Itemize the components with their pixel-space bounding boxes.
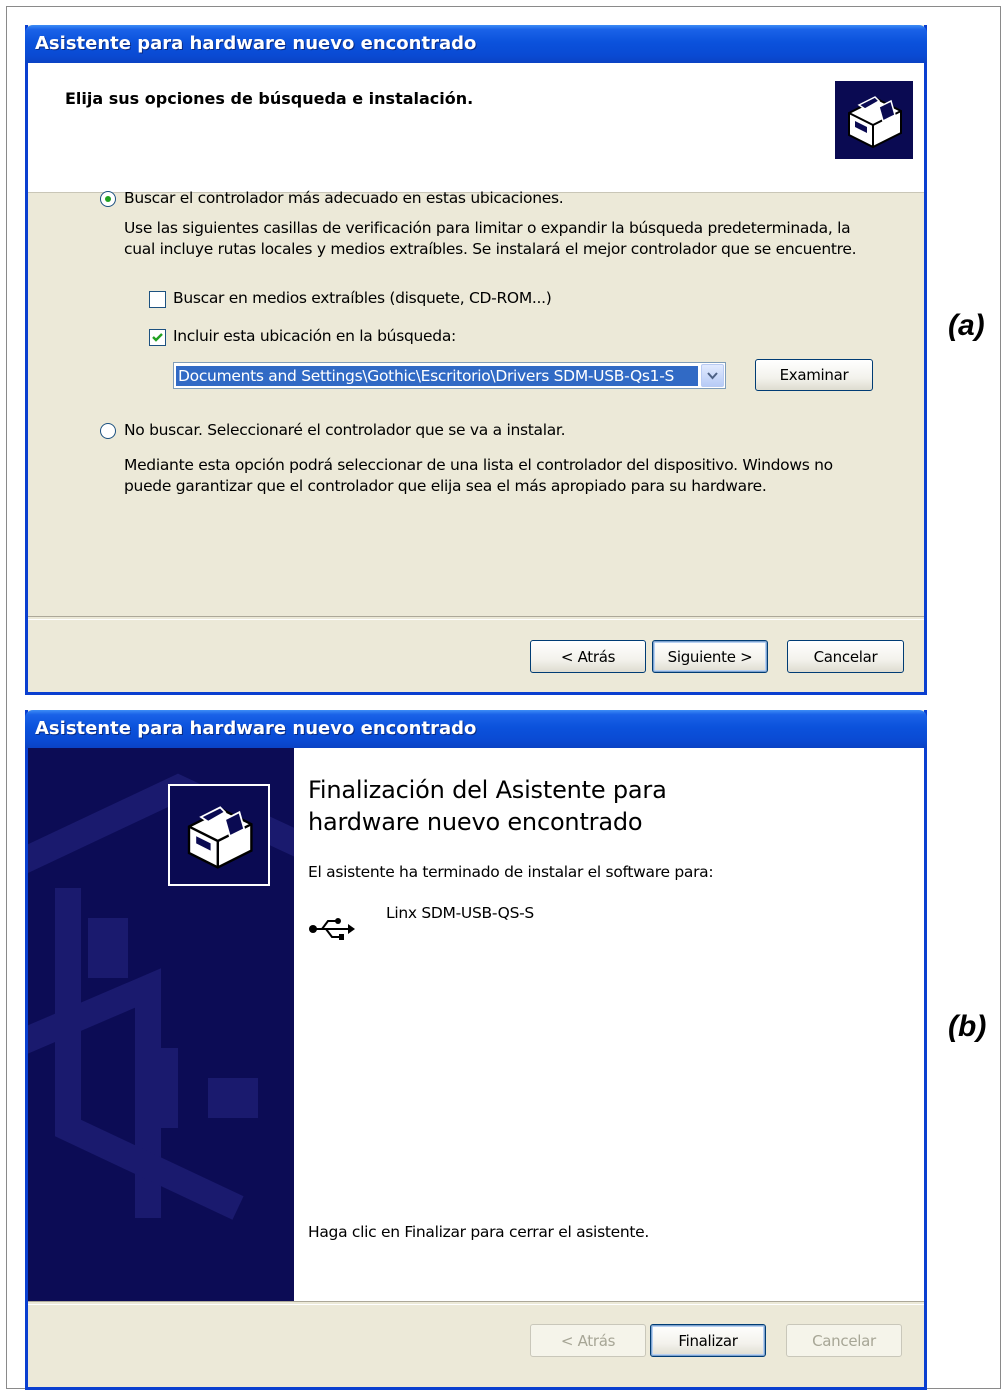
- dialog-header: Elija sus opciones de búsqueda e instala…: [28, 63, 924, 193]
- footer-separator: [28, 616, 924, 620]
- wizard-side-panel: [28, 748, 294, 1301]
- figure-label-b: (b): [948, 1010, 987, 1043]
- browse-button[interactable]: Examinar: [755, 359, 873, 391]
- back-button[interactable]: < Atrás: [530, 640, 646, 673]
- include-location-label[interactable]: Incluir esta ubicación en la búsqueda:: [173, 327, 456, 345]
- figure-label-a: (a): [948, 309, 985, 342]
- search-option-radio[interactable]: [100, 191, 116, 207]
- next-button[interactable]: Siguiente >: [652, 640, 768, 673]
- completion-heading-line-2: hardware nuevo encontrado: [308, 808, 643, 836]
- search-options-dialog: Asistente para hardware nuevo encontrado…: [25, 25, 927, 695]
- no-search-option-radio[interactable]: [100, 423, 116, 439]
- checkmark-icon: [152, 333, 163, 342]
- location-value[interactable]: Documents and Settings\Gothic\Escritorio…: [176, 366, 698, 386]
- location-combobox[interactable]: Documents and Settings\Gothic\Escritorio…: [173, 362, 726, 389]
- device-name: Linx SDM-USB-QS-S: [386, 904, 534, 922]
- search-option-label[interactable]: Buscar el controlador más adecuado en es…: [124, 189, 564, 207]
- cancel-button[interactable]: Cancelar: [786, 1324, 902, 1357]
- window-title[interactable]: Asistente para hardware nuevo encontrado: [25, 710, 927, 748]
- removable-media-checkbox[interactable]: [149, 291, 166, 308]
- search-option-description-1: Use las siguientes casillas de verificac…: [124, 219, 851, 237]
- finished-text: El asistente ha terminado de instalar el…: [308, 863, 714, 881]
- include-location-checkbox[interactable]: [149, 329, 166, 346]
- footer-separator: [28, 1301, 924, 1305]
- chevron-down-icon[interactable]: [701, 364, 724, 387]
- no-search-description-1: Mediante esta opción podrá seleccionar d…: [124, 456, 833, 474]
- completion-heading: Finalización del Asistente para hardware…: [308, 774, 667, 838]
- hardware-wizard-icon: [168, 784, 270, 886]
- no-search-description-2: puede garantizar que el controlador que …: [124, 477, 767, 495]
- no-search-option-label[interactable]: No buscar. Seleccionaré el controlador q…: [124, 421, 566, 439]
- completion-dialog: Asistente para hardware nuevo encontrado: [25, 710, 927, 1390]
- usb-icon: [308, 916, 356, 946]
- header-title: Elija sus opciones de búsqueda e instala…: [65, 89, 474, 108]
- completion-content: Finalización del Asistente para hardware…: [294, 748, 924, 1301]
- finish-button[interactable]: Finalizar: [650, 1324, 766, 1357]
- back-button[interactable]: < Atrás: [530, 1324, 646, 1357]
- close-hint: Haga clic en Finalizar para cerrar el as…: [308, 1223, 650, 1241]
- cancel-button[interactable]: Cancelar: [787, 640, 904, 673]
- search-option-description-2: cual incluye rutas locales y medios extr…: [124, 240, 857, 258]
- window-title[interactable]: Asistente para hardware nuevo encontrado: [25, 25, 927, 63]
- completion-heading-line-1: Finalización del Asistente para: [308, 776, 667, 804]
- removable-media-label[interactable]: Buscar en medios extraíbles (disquete, C…: [173, 289, 552, 307]
- hardware-wizard-icon: [835, 81, 913, 159]
